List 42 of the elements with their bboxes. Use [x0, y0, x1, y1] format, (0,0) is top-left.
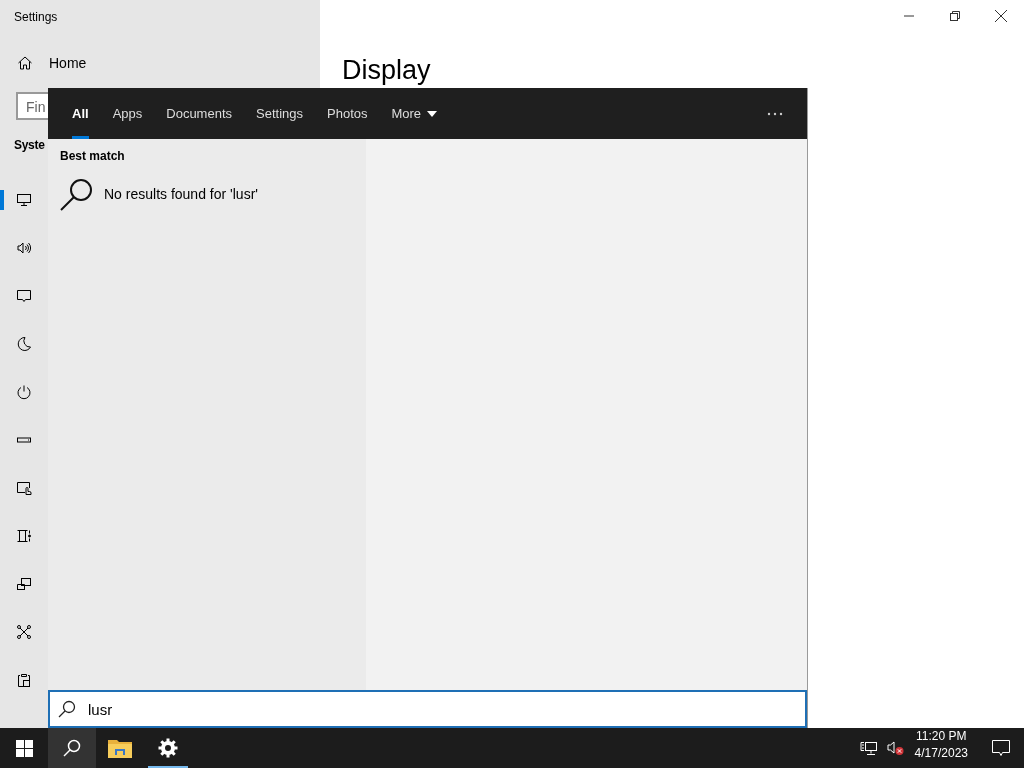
filter-tab[interactable]: Photos	[315, 88, 380, 139]
filter-tab[interactable]: All	[60, 88, 101, 139]
search-icon	[58, 700, 76, 718]
speech-bubble-icon	[16, 288, 32, 304]
folder-icon	[108, 738, 132, 758]
tablet-touch-icon	[16, 480, 32, 496]
filter-tab[interactable]: Documents	[154, 88, 244, 139]
clock-date[interactable]: 4/17/2023	[914, 745, 968, 762]
network-icon[interactable]	[859, 740, 877, 756]
find-setting-field[interactable]: Fin	[16, 92, 48, 120]
caret-icon	[427, 110, 438, 117]
section-heading: Best match	[60, 149, 125, 163]
multitasking-icon	[16, 528, 32, 544]
restore-icon	[950, 11, 960, 21]
search-icon	[63, 739, 81, 757]
power-icon	[16, 384, 32, 400]
page-title: Display	[342, 55, 431, 85]
monitor-icon	[16, 192, 32, 208]
clipboard-icon	[16, 672, 32, 688]
muted-speaker-icon[interactable]	[886, 740, 905, 756]
moon-icon	[16, 336, 32, 352]
search-field[interactable]: lusr	[48, 690, 807, 728]
notifications-icon[interactable]	[992, 739, 1010, 757]
more-options-icon[interactable]	[767, 111, 783, 116]
projection-icon	[16, 576, 32, 592]
home-icon	[17, 55, 33, 71]
window-title: Settings	[14, 10, 58, 24]
section-heading: Syste	[14, 138, 45, 152]
network-nodes-icon	[16, 624, 32, 640]
no-results-message: No results found for 'lusr'	[104, 186, 258, 202]
windows-logo-icon	[15, 739, 33, 757]
minimize-icon	[904, 15, 914, 17]
close-icon	[995, 10, 1007, 22]
filter-tab[interactable]: Settings	[244, 88, 315, 139]
clock-time[interactable]: 11:20 PM	[916, 728, 967, 745]
filter-tab[interactable]: More	[379, 88, 450, 139]
filter-tab[interactable]: Apps	[100, 88, 155, 139]
gear-icon	[158, 738, 178, 758]
home-link[interactable]: Home	[49, 55, 87, 71]
speaker-icon	[16, 240, 32, 256]
search-icon	[60, 177, 94, 211]
taskbar-button[interactable]	[48, 728, 96, 768]
